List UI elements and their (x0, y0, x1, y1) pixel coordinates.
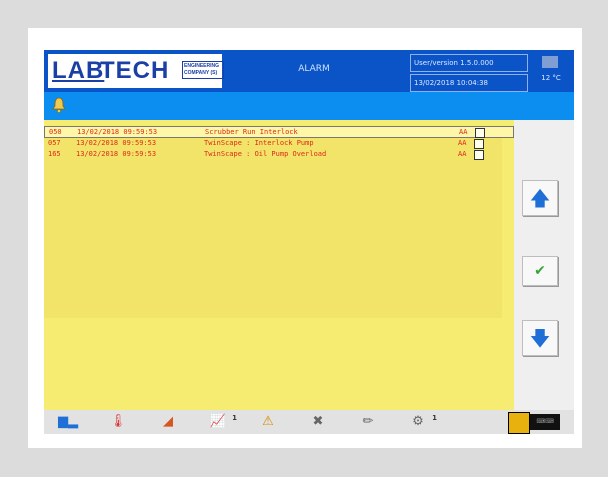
trend-chart-icon: 📈 (209, 414, 227, 429)
logo-tech-text: TECH (100, 57, 170, 84)
building-icon (542, 56, 558, 68)
temperature-widget[interactable]: 12 °C (532, 54, 570, 88)
process-button[interactable]: ◢ (150, 412, 186, 432)
alarm-list[interactable]: 050 13/02/2018 09:59:53 Scrubber Run Int… (44, 120, 514, 410)
alarm-state: AA (459, 128, 468, 136)
alarm-datetime: 13/02/2018 09:59:53 (76, 150, 157, 158)
alarm-id: 050 (49, 128, 62, 136)
trend-button[interactable]: 📈 1 (200, 412, 237, 432)
alarm-id: 057 (48, 139, 61, 147)
header-bar: LAB TECH ENGINEERING COMPANY (S) ALARM U… (44, 50, 574, 92)
status-panel: User/version 1.5.0.000 13/02/2018 10:04:… (410, 54, 528, 92)
arrow-down-icon: 🡇 (529, 326, 551, 350)
alarm-row[interactable]: 057 13/02/2018 09:59:53 TwinScape : Inte… (44, 138, 512, 149)
machine-button[interactable]: ▆▂ (50, 412, 86, 432)
alarm-state: AA (458, 139, 467, 147)
alarm-state: AA (458, 150, 467, 158)
alarm-id: 165 (48, 150, 61, 158)
settings-icon: ⚙ (412, 414, 424, 429)
warning-icon: ⚠ (262, 414, 274, 429)
tools-button[interactable]: ✖ (300, 412, 336, 432)
alarm-toolbar (44, 92, 574, 120)
tools-icon: ✖ (312, 414, 324, 429)
ack-checkbox[interactable] (475, 128, 485, 138)
pipe-icon: ◢ (163, 414, 173, 429)
settings-badge: 1 (432, 414, 437, 422)
machine-icon: ▆▂ (58, 414, 78, 429)
alarm-message: TwinScape : Interlock Pump (204, 139, 314, 147)
datetime-readout: 13/02/2018 10:04:38 (410, 74, 528, 92)
company-logo: LAB TECH ENGINEERING COMPANY (S) (48, 54, 224, 88)
alarm-row[interactable]: 050 13/02/2018 09:59:53 Scrubber Run Int… (44, 126, 514, 138)
bell-icon[interactable] (52, 97, 66, 113)
scroll-up-button[interactable]: 🡅 (522, 180, 558, 216)
acknowledge-button[interactable]: ✔ (522, 256, 558, 286)
keyboard-icon: ⌨⌨ (536, 418, 554, 425)
ack-checkbox[interactable] (474, 139, 484, 149)
alarm-datetime: 13/02/2018 09:59:53 (76, 139, 157, 147)
scroll-down-button[interactable]: 🡇 (522, 320, 558, 356)
alarm-row[interactable]: 165 13/02/2018 09:59:53 TwinScape : Oil … (44, 149, 512, 160)
page-title: ALARM (298, 64, 330, 74)
hmi-screen: LAB TECH ENGINEERING COMPANY (S) ALARM U… (44, 50, 574, 434)
check-icon: ✔ (534, 263, 546, 279)
alarm-message: Scrubber Run Interlock (205, 128, 298, 136)
temperature-value: 12 °C (541, 74, 561, 82)
edit-button[interactable]: ✏ (350, 412, 386, 432)
alarm-message: TwinScape : Oil Pump Overload (204, 150, 327, 158)
ack-checkbox[interactable] (474, 150, 484, 160)
logo-subtitle: ENGINEERING COMPANY (S) (182, 61, 224, 79)
status-indicator-icon (508, 412, 530, 434)
arrow-up-icon: 🡅 (529, 186, 551, 210)
side-controls: 🡅 ✔ 🡇 (514, 120, 574, 410)
user-version: User/version 1.5.0.000 (410, 54, 528, 72)
temperature-button[interactable]: 🌡 (100, 412, 136, 432)
thermometer-icon: 🌡 (109, 414, 127, 429)
logo-lab-text: LAB (52, 57, 105, 84)
alarm-datetime: 13/02/2018 09:59:53 (77, 128, 158, 136)
alarm-button[interactable]: ⚠ (250, 412, 286, 432)
bottom-toolbar: ▆▂ 🌡 ◢ 📈 1 ⚠ ✖ ✏ ⚙ 1 ⌨⌨ (44, 410, 574, 434)
trend-badge: 1 (232, 414, 237, 422)
settings-button[interactable]: ⚙ 1 (400, 412, 437, 432)
keyboard-button[interactable]: ⌨⌨ (530, 414, 560, 430)
pencil-icon: ✏ (362, 414, 374, 429)
